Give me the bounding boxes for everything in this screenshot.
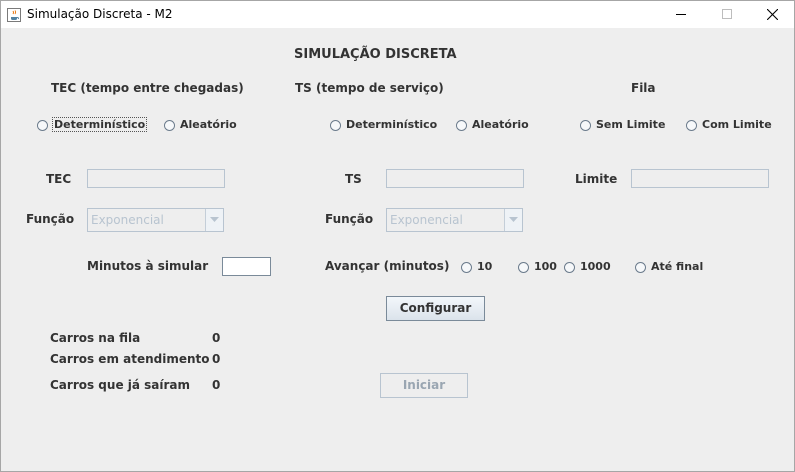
funcao-tec-dropdown-button[interactable]	[205, 209, 223, 231]
limite-field-label: Limite	[575, 172, 618, 186]
tec-group-label: TEC (tempo entre chegadas)	[51, 81, 244, 95]
ts-aleatorio-radio[interactable]	[456, 120, 467, 131]
configurar-button[interactable]: Configurar	[386, 296, 485, 321]
tec-aleatorio-label[interactable]: Aleatório	[180, 118, 237, 131]
minimize-button[interactable]	[658, 1, 704, 28]
funcao-ts-select[interactable]: Exponencial	[386, 208, 523, 232]
ts-group-label: TS (tempo de serviço)	[295, 81, 444, 95]
fila-sem-limite-radio[interactable]	[580, 120, 591, 131]
avancar-1000-label[interactable]: 1000	[580, 260, 611, 273]
avancar-100-label[interactable]: 100	[534, 260, 557, 273]
close-button[interactable]	[749, 1, 794, 28]
avancar-ate-final-label[interactable]: Até final	[651, 260, 703, 273]
minutos-label: Minutos à simular	[87, 259, 209, 273]
tec-input[interactable]	[87, 169, 225, 188]
fila-com-limite-label[interactable]: Com Limite	[702, 118, 772, 131]
stat-value-sairam: 0	[212, 378, 221, 392]
title-bar[interactable]: Simulação Discreta - M2	[1, 1, 794, 28]
ts-deterministico-radio[interactable]	[330, 120, 341, 131]
maximize-icon	[722, 9, 732, 19]
tec-deterministico-radio[interactable]	[37, 120, 48, 131]
chevron-down-icon	[509, 217, 518, 222]
avancar-label: Avançar (minutos)	[325, 259, 450, 273]
funcao-tec-label: Função	[26, 212, 75, 226]
fila-com-limite-radio[interactable]	[686, 120, 697, 131]
avancar-10-radio[interactable]	[461, 262, 472, 273]
avancar-100-radio[interactable]	[518, 262, 529, 273]
stat-value-fila: 0	[212, 331, 221, 345]
ts-field-label: TS	[345, 172, 362, 186]
ts-input[interactable]	[386, 169, 524, 188]
minutos-input[interactable]	[222, 257, 271, 276]
stat-value-atendimento: 0	[212, 352, 221, 366]
funcao-tec-value: Exponencial	[91, 213, 164, 227]
stat-label-atendimento: Carros em atendimento	[50, 352, 210, 366]
page-title: SIMULAÇÃO DISCRETA	[294, 47, 457, 62]
avancar-10-label[interactable]: 10	[477, 260, 492, 273]
maximize-button[interactable]	[704, 1, 750, 28]
iniciar-button[interactable]: Iniciar	[380, 373, 468, 398]
avancar-1000-radio[interactable]	[564, 262, 575, 273]
funcao-ts-label: Função	[325, 212, 374, 226]
fila-group-label: Fila	[631, 81, 656, 95]
stat-label-fila: Carros na fila	[50, 331, 141, 345]
fila-sem-limite-label[interactable]: Sem Limite	[596, 118, 665, 131]
app-window: Simulação Discreta - M2 SIMULAÇÃO DISCRE…	[0, 0, 795, 472]
close-icon	[767, 9, 778, 20]
funcao-tec-select[interactable]: Exponencial	[87, 208, 224, 232]
funcao-ts-value: Exponencial	[390, 213, 463, 227]
limite-input[interactable]	[631, 169, 769, 188]
minimize-icon	[676, 14, 686, 15]
funcao-ts-dropdown-button[interactable]	[504, 209, 522, 231]
window-title: Simulação Discreta - M2	[27, 7, 173, 21]
ts-deterministico-label[interactable]: Determinístico	[346, 118, 437, 131]
tec-field-label: TEC	[46, 172, 72, 186]
tec-aleatorio-radio[interactable]	[164, 120, 175, 131]
avancar-ate-final-radio[interactable]	[635, 262, 646, 273]
stat-label-sairam: Carros que já saíram	[50, 378, 191, 392]
tec-deterministico-label[interactable]: Determinístico	[52, 117, 148, 132]
java-coffee-icon	[7, 7, 21, 22]
chevron-down-icon	[210, 217, 219, 222]
ts-aleatorio-label[interactable]: Aleatório	[472, 118, 529, 131]
